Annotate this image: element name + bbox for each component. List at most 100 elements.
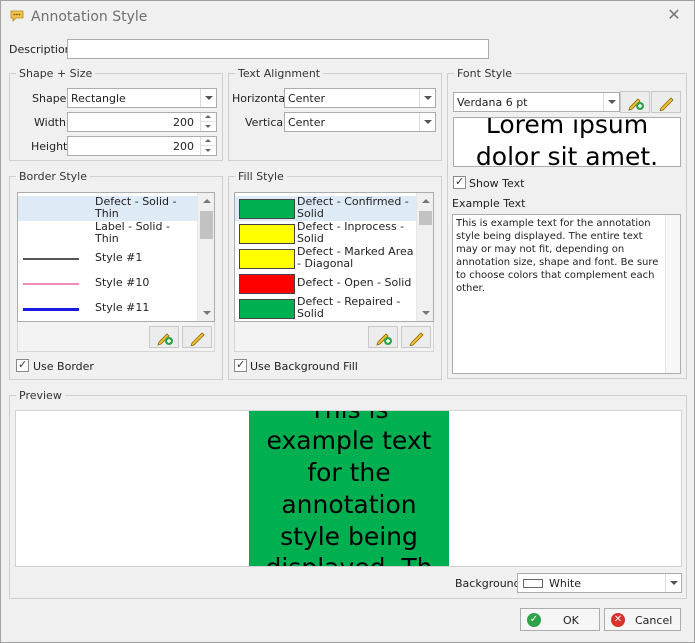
text-alignment-title: Text Alignment	[235, 67, 324, 80]
example-text-scrollbar[interactable]	[665, 215, 680, 373]
list-item[interactable]: Style #11	[18, 296, 197, 321]
use-background-fill-checkbox[interactable]	[234, 358, 247, 372]
preview-canvas: This is example text for the annotation …	[15, 410, 682, 567]
preview-annotation: This is example text for the annotation …	[249, 411, 449, 566]
list-item[interactable]: Defect - Confirmed - Solid	[235, 196, 416, 221]
description-label: Description	[9, 43, 72, 56]
horizontal-alignment-combo[interactable]: Center	[284, 88, 436, 108]
preview-text-line: for the	[307, 458, 391, 487]
list-item[interactable]: Defect - Inprocess - Solid	[235, 221, 416, 246]
width-stepper[interactable]: 200	[67, 112, 217, 132]
height-stepper[interactable]: 200	[67, 136, 217, 156]
list-item[interactable]: Defect - Solid - Thin	[18, 196, 197, 221]
use-background-fill-label: Use Background Fill	[250, 360, 358, 373]
close-icon[interactable]: ✕	[664, 5, 684, 25]
show-text-checkbox[interactable]	[453, 175, 466, 189]
font-sample-box: Lorem ipsum dolor sit amet.	[453, 117, 681, 167]
edit-pencil-icon	[190, 332, 205, 346]
add-border-style-button[interactable]	[149, 326, 179, 348]
list-item[interactable]: Label - Solid - Thin	[18, 221, 197, 246]
decrement-icon[interactable]	[201, 122, 216, 131]
scroll-thumb[interactable]	[419, 211, 432, 225]
scroll-down-icon[interactable]	[198, 305, 214, 321]
list-item[interactable]: Defect - Marked Area - Diagonal	[235, 246, 416, 271]
edit-pencil-icon	[659, 97, 674, 111]
increment-icon[interactable]	[201, 113, 216, 122]
list-item[interactable]: Defect - Open - Solid	[235, 271, 416, 296]
font-combo[interactable]: Verdana 6 pt	[453, 92, 620, 112]
vertical-alignment-combo[interactable]: Center	[284, 112, 436, 132]
border-style-list[interactable]: Defect - Solid - Thin Label - Solid - Th…	[17, 192, 215, 322]
example-text-label: Example Text	[452, 197, 526, 210]
example-text-value: This is example text for the annotation …	[456, 218, 659, 294]
font-sample-line2: dolor sit amet.	[475, 142, 659, 167]
horizontal-value: Center	[288, 92, 326, 105]
chevron-down-icon[interactable]	[665, 574, 681, 592]
add-fill-style-button[interactable]	[368, 326, 398, 348]
shape-label: Shape	[32, 92, 67, 105]
ok-button[interactable]: ✓ OK	[520, 608, 600, 631]
border-list-toolbar	[17, 322, 215, 352]
scroll-down-icon[interactable]	[417, 305, 433, 321]
description-input[interactable]	[67, 39, 489, 59]
scroll-up-icon[interactable]	[198, 193, 214, 209]
fill-item-label: Defect - Open - Solid	[297, 276, 412, 289]
add-style-icon	[157, 333, 173, 346]
border-item-label: Style #11	[95, 301, 150, 314]
horizontal-label: Horizontal	[232, 92, 289, 105]
fill-style-title: Fill Style	[235, 170, 287, 183]
decrement-icon[interactable]	[201, 146, 216, 155]
annotation-app-icon	[10, 10, 24, 22]
increment-icon[interactable]	[201, 137, 216, 146]
height-label: Height	[31, 140, 68, 153]
shape-value: Rectangle	[71, 92, 126, 105]
fill-swatch	[239, 249, 295, 269]
edit-fill-style-button[interactable]	[401, 326, 431, 348]
background-color-swatch	[523, 579, 543, 588]
background-label: Background	[455, 577, 521, 590]
border-list-scrollbar[interactable]	[197, 193, 214, 321]
background-value: White	[549, 577, 581, 590]
list-item[interactable]: Style #1	[18, 246, 197, 271]
font-value: Verdana 6 pt	[457, 96, 528, 109]
chevron-down-icon[interactable]	[419, 89, 435, 107]
cancel-label: Cancel	[635, 614, 673, 627]
edit-border-style-button[interactable]	[182, 326, 212, 348]
chevron-down-icon[interactable]	[200, 89, 216, 107]
fill-swatch	[239, 274, 295, 294]
add-font-button[interactable]	[620, 91, 650, 113]
chevron-down-icon[interactable]	[419, 113, 435, 131]
fill-item-label: Defect - Marked Area - Diagonal	[297, 245, 414, 270]
edit-font-button[interactable]	[651, 91, 681, 113]
preview-title: Preview	[16, 389, 65, 402]
chevron-down-icon[interactable]	[603, 93, 619, 111]
list-item[interactable]: Style #10	[18, 271, 197, 296]
cancel-button[interactable]: ✕ Cancel	[604, 608, 681, 631]
scroll-thumb[interactable]	[200, 211, 213, 239]
font-style-title: Font Style	[454, 67, 516, 80]
border-item-label: Style #1	[95, 251, 143, 264]
fill-list-scrollbar[interactable]	[416, 193, 433, 321]
border-item-label: Style #10	[95, 276, 150, 289]
background-combo[interactable]: White	[517, 573, 682, 593]
add-style-icon	[376, 333, 392, 346]
use-border-checkbox[interactable]	[16, 358, 29, 372]
use-border-label: Use Border	[33, 360, 94, 373]
fill-swatch	[239, 224, 295, 244]
preview-text-line: annotation	[281, 490, 417, 519]
add-style-icon	[628, 98, 644, 111]
scroll-up-icon[interactable]	[417, 193, 433, 209]
fill-item-label: Defect - Inprocess - Solid	[297, 220, 405, 245]
preview-text-line: style being	[280, 522, 418, 551]
font-sample-line1: Lorem ipsum	[485, 117, 649, 139]
width-label: Width	[34, 116, 66, 129]
shape-combo[interactable]: Rectangle	[67, 88, 217, 108]
fill-style-list[interactable]: Defect - Confirmed - Solid Defect - Inpr…	[234, 192, 434, 322]
example-text-area[interactable]: This is example text for the annotation …	[452, 214, 681, 374]
show-text-label: Show Text	[469, 177, 525, 190]
ok-label: OK	[563, 614, 579, 627]
list-item[interactable]: Defect - Repaired - Solid	[235, 296, 416, 321]
check-icon: ✓	[527, 613, 541, 627]
border-item-label: Defect - Solid - Thin	[95, 195, 177, 220]
preview-text-line: This is	[249, 411, 449, 426]
